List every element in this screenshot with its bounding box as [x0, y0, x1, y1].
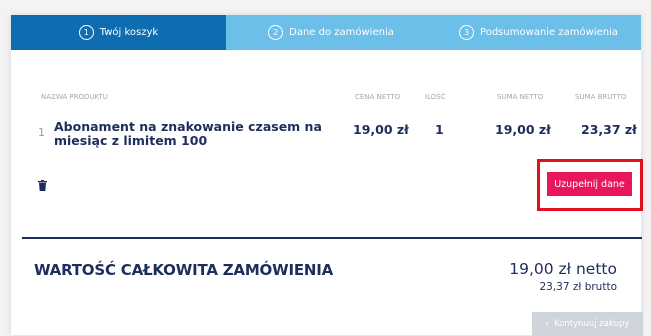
column-header-gross-total: SUMA BRUTTO: [575, 93, 627, 101]
step-label: Podsumowanie zamówienia: [480, 27, 618, 38]
checkout-steps: 1 Twój koszyk 2 Dane do zamówienia 3 Pod…: [11, 15, 641, 50]
row-index: 1: [38, 126, 45, 139]
product-quantity: 1: [435, 122, 444, 137]
trash-icon[interactable]: [38, 180, 47, 191]
step-label: Dane do zamówienia: [289, 27, 394, 38]
order-total-label: WARTOŚĆ CAŁKOWITA ZAMÓWIENIA: [34, 261, 334, 279]
divider: [22, 237, 642, 239]
step-cart[interactable]: 1 Twój koszyk: [11, 15, 226, 50]
column-header-product-name: NAZWA PRODUKTU: [41, 93, 108, 101]
product-gross-total: 23,37 zł: [581, 122, 637, 137]
order-total-gross: 23,37 zł brutto: [539, 281, 617, 293]
complete-details-button[interactable]: Uzupełnij dane: [547, 172, 632, 196]
column-header-quantity: ILOŚĆ: [425, 93, 446, 101]
chevron-left-icon: ‹: [545, 319, 549, 329]
product-net-total: 19,00 zł: [495, 122, 551, 137]
column-header-net-total: SUMA NETTO: [497, 93, 544, 101]
product-net-price: 19,00 zł: [353, 122, 409, 137]
step-summary[interactable]: 3 Podsumowanie zamówienia: [436, 15, 641, 50]
order-total-net: 19,00 zł netto: [509, 260, 617, 278]
step-number: 2: [268, 25, 284, 40]
step-order-details[interactable]: 2 Dane do zamówienia: [226, 15, 436, 50]
continue-shopping-label: Kontynuuj zakupy: [553, 319, 630, 329]
continue-shopping-button[interactable]: ‹ Kontynuuj zakupy: [532, 312, 643, 336]
product-name: Abonament na znakowanie czasem na miesią…: [54, 119, 322, 148]
step-label: Twój koszyk: [99, 27, 159, 38]
step-number: 3: [459, 25, 475, 40]
cart-card: 1 Twój koszyk 2 Dane do zamówienia 3 Pod…: [11, 15, 643, 336]
column-header-net-price: CENA NETTO: [355, 93, 401, 101]
step-number: 1: [78, 25, 94, 40]
